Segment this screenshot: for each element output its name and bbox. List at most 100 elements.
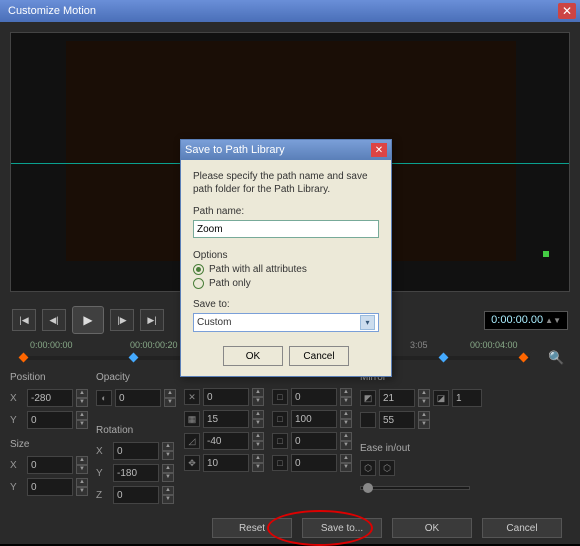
axis-label: X xyxy=(10,460,24,471)
prop-icon: ✥ xyxy=(184,455,200,471)
play-button[interactable]: ▶ xyxy=(72,306,104,334)
timeline-tick: 00:00:04:00 xyxy=(470,340,518,350)
mirror-ease-panel: Mirror ◩▲▼◪ ▲▼ Ease in/out ⬡⬡ xyxy=(360,372,482,504)
save-to-dropdown[interactable]: Custom ▾ xyxy=(193,313,379,332)
path-name-input[interactable] xyxy=(193,220,379,238)
spinner[interactable]: ▲▼ xyxy=(164,389,176,407)
radio-path-with-attributes[interactable]: Path with all attributes xyxy=(193,264,379,275)
rotation-y-input[interactable] xyxy=(113,464,159,482)
mirror-input[interactable] xyxy=(452,389,482,407)
spinner[interactable]: ▲▼ xyxy=(76,478,88,496)
spinner[interactable]: ▲▼ xyxy=(76,389,88,407)
mirror-input[interactable] xyxy=(379,389,415,407)
slider-thumb[interactable] xyxy=(363,483,373,493)
opacity-input[interactable] xyxy=(115,389,161,407)
prop-input[interactable] xyxy=(203,454,249,472)
axis-label: Y xyxy=(10,415,24,426)
radio-label: Path with all attributes xyxy=(209,264,307,275)
opacity-rotation-panel: Opacity ◐▲▼ Rotation X▲▼ Y▲▼ Z▲▼ xyxy=(96,372,176,504)
timeline-tick: 3:05 xyxy=(410,340,428,350)
timecode-spinner-icon[interactable]: ▲▼ xyxy=(545,316,561,325)
dialog-ok-button[interactable]: OK xyxy=(223,346,283,366)
rotation-z-input[interactable] xyxy=(113,486,159,504)
mirror-input[interactable] xyxy=(379,411,415,429)
spinner[interactable]: ▲▼ xyxy=(162,486,174,504)
panel-title: Position xyxy=(10,372,88,383)
prop-icon: ✕ xyxy=(184,389,200,405)
ease-icon: ⬡ xyxy=(379,460,395,476)
save-to-path-library-dialog: Save to Path Library ✕ Please specify th… xyxy=(180,139,392,377)
prop-icon: □ xyxy=(272,433,288,449)
go-start-button[interactable]: |◀ xyxy=(12,309,36,331)
axis-label: Z xyxy=(96,490,110,501)
ok-button[interactable]: OK xyxy=(392,518,472,538)
effects-panel-1: ✕▲▼ ▦▲▼ ◿▲▼ ✥▲▼ xyxy=(184,388,264,504)
dropdown-value: Custom xyxy=(197,317,231,328)
prop-input[interactable] xyxy=(291,410,337,428)
spinner[interactable]: ▲▼ xyxy=(418,389,430,407)
options-label: Options xyxy=(193,250,379,261)
spinner[interactable]: ▲▼ xyxy=(76,411,88,429)
prop-input[interactable] xyxy=(203,410,249,428)
radio-label: Path only xyxy=(209,278,251,289)
axis-label: Y xyxy=(10,482,24,493)
panel-title: Rotation xyxy=(96,425,176,436)
mirror-icon: ◩ xyxy=(360,390,376,406)
spinner[interactable]: ▲▼ xyxy=(162,464,174,482)
spinner[interactable]: ▲▼ xyxy=(252,410,264,428)
step-forward-button[interactable]: |▶ xyxy=(110,309,134,331)
keyframe-icon[interactable] xyxy=(19,353,29,363)
size-y-input[interactable] xyxy=(27,478,73,496)
timecode-display[interactable]: 0:00:00.00▲▼ xyxy=(484,311,568,330)
dialog-close-button[interactable]: ✕ xyxy=(371,143,387,157)
dialog-button-row: OK Cancel xyxy=(193,346,379,366)
keyframe-icon[interactable] xyxy=(439,353,449,363)
spinner[interactable]: ▲▼ xyxy=(340,432,352,450)
prop-input[interactable] xyxy=(203,388,249,406)
opacity-icon: ◐ xyxy=(96,390,112,406)
spinner[interactable]: ▲▼ xyxy=(252,388,264,406)
keyframe-marker[interactable] xyxy=(543,251,549,257)
spinner[interactable]: ▲▼ xyxy=(76,456,88,474)
go-end-button[interactable]: ▶| xyxy=(140,309,164,331)
keyframe-icon[interactable] xyxy=(519,353,529,363)
property-panels: Position X▲▼ Y▲▼ Size X▲▼ Y▲▼ Opacity ◐▲… xyxy=(10,368,570,508)
window-close-button[interactable]: ✕ xyxy=(558,3,576,19)
position-x-input[interactable] xyxy=(27,389,73,407)
reset-button[interactable]: Reset xyxy=(212,518,292,538)
path-name-label: Path name: xyxy=(193,206,379,217)
title-bar: Customize Motion ✕ xyxy=(0,0,580,22)
prop-icon: ◿ xyxy=(184,433,200,449)
size-x-input[interactable] xyxy=(27,456,73,474)
step-back-button[interactable]: ◀| xyxy=(42,309,66,331)
mirror-icon xyxy=(360,412,376,428)
dialog-title-bar[interactable]: Save to Path Library ✕ xyxy=(181,140,391,160)
save-to-button[interactable]: Save to... xyxy=(302,518,382,538)
rotation-x-input[interactable] xyxy=(113,442,159,460)
axis-label: X xyxy=(96,446,110,457)
spinner[interactable]: ▲▼ xyxy=(340,454,352,472)
spinner[interactable]: ▲▼ xyxy=(418,411,430,429)
prop-input[interactable] xyxy=(291,388,337,406)
spinner[interactable]: ▲▼ xyxy=(340,410,352,428)
ease-slider[interactable] xyxy=(360,486,470,490)
spinner[interactable]: ▲▼ xyxy=(252,432,264,450)
keyframe-icon[interactable] xyxy=(129,353,139,363)
prop-input[interactable] xyxy=(291,454,337,472)
cancel-button[interactable]: Cancel xyxy=(482,518,562,538)
ease-icon: ⬡ xyxy=(360,460,376,476)
zoom-icon[interactable]: 🔍 xyxy=(548,350,564,366)
dialog-cancel-button[interactable]: Cancel xyxy=(289,346,349,366)
prop-input[interactable] xyxy=(203,432,249,450)
spinner[interactable]: ▲▼ xyxy=(340,388,352,406)
panel-title: Opacity xyxy=(96,372,176,383)
dialog-title: Save to Path Library xyxy=(185,144,371,156)
spinner[interactable]: ▲▼ xyxy=(162,442,174,460)
prop-icon: □ xyxy=(272,455,288,471)
spinner[interactable]: ▲▼ xyxy=(252,454,264,472)
prop-input[interactable] xyxy=(291,432,337,450)
radio-path-only[interactable]: Path only xyxy=(193,278,379,289)
timeline-tick: 00:00:00:20 xyxy=(130,340,178,350)
save-to-label: Save to: xyxy=(193,299,379,310)
position-y-input[interactable] xyxy=(27,411,73,429)
